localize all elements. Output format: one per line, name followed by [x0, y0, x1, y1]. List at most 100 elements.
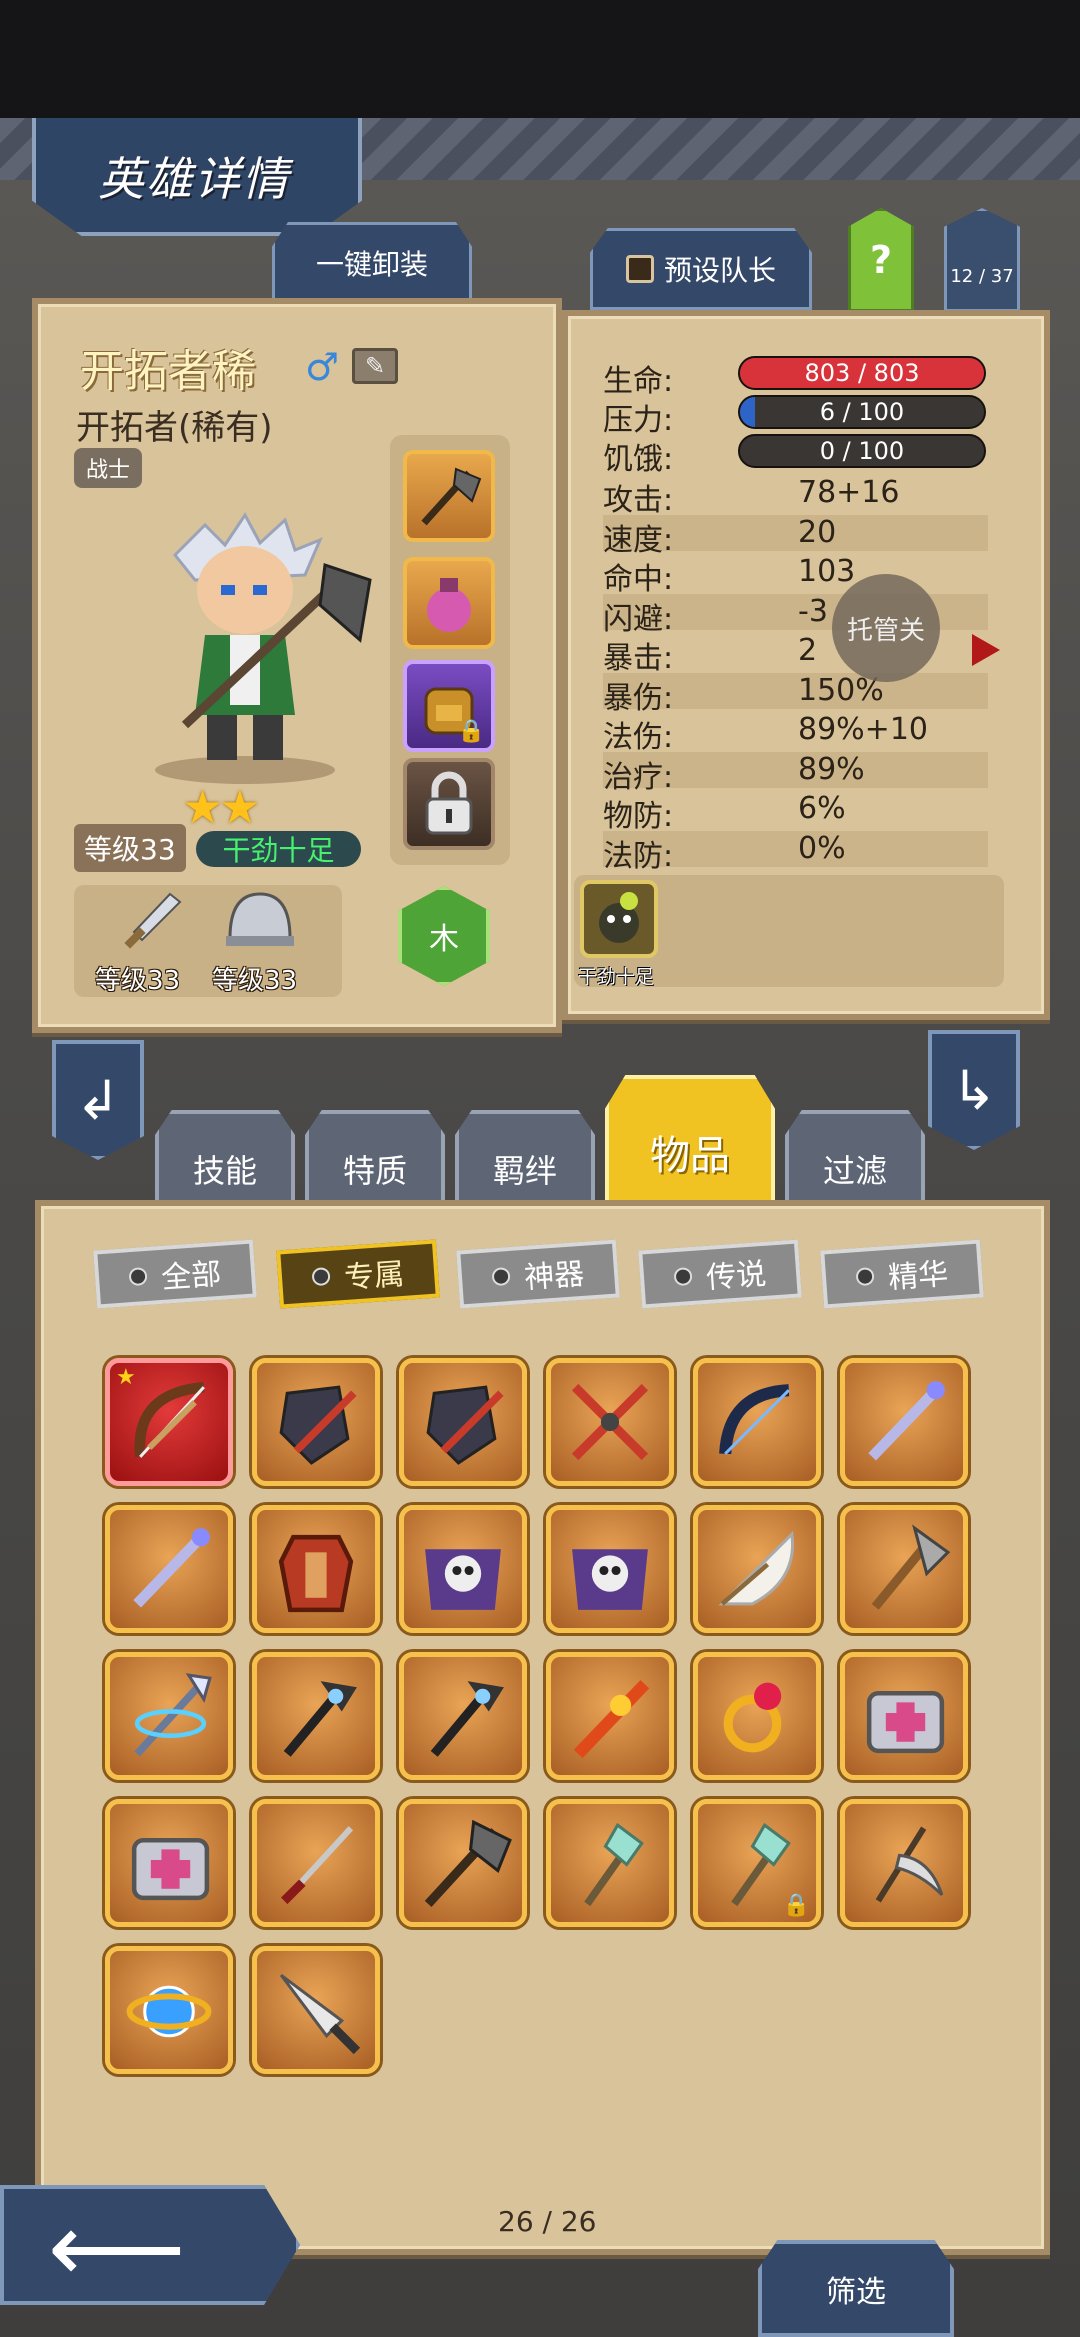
stat-label: 饥饿:	[603, 442, 674, 477]
item-slot[interactable]	[840, 1799, 968, 1927]
backpack-slot[interactable]: 🔒	[403, 660, 495, 752]
feather-fan-icon	[718, 1530, 795, 1606]
stat-value: 6%	[798, 791, 846, 826]
accessory-slot[interactable]	[403, 557, 495, 649]
stat-label: 暴伤:	[603, 680, 674, 716]
hero-count[interactable]: 12 / 37	[944, 208, 1020, 312]
battle-axe-icon	[421, 467, 482, 526]
drill-lance-icon	[279, 1973, 361, 2055]
armor-level: 等级33	[212, 966, 298, 996]
tab-traits[interactable]: 特质	[305, 1110, 445, 1210]
locked-slot[interactable]	[403, 758, 495, 850]
filter-button[interactable]: 筛选	[758, 2240, 954, 2337]
item-slot[interactable]	[252, 1358, 380, 1486]
help-button[interactable]: ?	[848, 208, 914, 312]
item-slot[interactable]	[105, 1505, 233, 1633]
skull-cloak-icon	[425, 1549, 501, 1610]
ruby-ring-icon	[723, 1682, 782, 1753]
item-slot[interactable]	[693, 1358, 821, 1486]
tab-items[interactable]: 物品	[605, 1075, 775, 1210]
item-slot[interactable]	[840, 1652, 968, 1780]
item-slot[interactable]	[546, 1358, 674, 1486]
male-gender-icon: ♂	[305, 345, 340, 389]
stat-row: 治疗: 89%	[603, 751, 988, 795]
item-slot[interactable]	[840, 1505, 968, 1633]
dark-scepter-icon	[283, 1681, 357, 1757]
shield-blade-icon	[279, 1385, 357, 1465]
stat-value: 89%	[798, 751, 865, 787]
trait-caption: 干劲十足	[578, 966, 655, 988]
edit-name-icon[interactable]: ✎	[352, 348, 398, 384]
tab-skills[interactable]: 技能	[155, 1110, 295, 1210]
item-slot[interactable]	[693, 1652, 821, 1780]
stat-value: 2	[798, 633, 818, 668]
hp-value: 803 / 803	[804, 359, 920, 387]
stat-row: 物防: 6%	[603, 791, 988, 834]
item-slot[interactable]	[693, 1505, 821, 1633]
item-slot[interactable]	[105, 1652, 233, 1780]
trait-skill-icon[interactable]	[580, 880, 658, 958]
sword-icon[interactable]	[118, 888, 188, 958]
radio-icon	[673, 1266, 693, 1287]
unequip-all-button[interactable]: 一键卸装	[272, 222, 472, 304]
item-slot[interactable]	[546, 1799, 674, 1927]
stat-label: 法伤:	[603, 720, 674, 755]
filter-chip-all[interactable]: 全部	[93, 1239, 257, 1309]
next-page-arrow-icon[interactable]	[972, 634, 1000, 666]
stat-row: 法伤: 89%+10	[603, 712, 988, 755]
item-slot[interactable]: 🔒	[693, 1799, 821, 1927]
item-slot[interactable]	[399, 1505, 527, 1633]
crystal-wand-icon	[584, 1822, 644, 1907]
hero-level: 等级33	[74, 824, 186, 872]
item-slot[interactable]	[105, 1946, 233, 2074]
helmet-icon[interactable]	[222, 886, 298, 956]
item-slot[interactable]	[252, 1505, 380, 1633]
flame-sword-icon	[573, 1679, 650, 1759]
chip-label: 传说	[705, 1256, 768, 1296]
stat-value: 20	[798, 514, 837, 550]
ornate-staff-icon	[133, 1528, 210, 1608]
preset-captain-toggle[interactable]: 预设队长	[590, 228, 812, 310]
tab-filter[interactable]: 过滤	[785, 1110, 925, 1210]
item-slot[interactable]	[840, 1358, 968, 1486]
filter-chip-exclusive[interactable]: 专属	[276, 1239, 440, 1309]
scythe-icon	[875, 1826, 944, 1903]
item-slot[interactable]	[399, 1799, 527, 1927]
lock-icon: 🔒	[782, 1893, 810, 1918]
axe-icon	[871, 1524, 951, 1610]
auto-control-button[interactable]: 托管关	[832, 574, 940, 682]
item-slot[interactable]	[546, 1652, 674, 1780]
battle-axe-icon	[424, 1819, 512, 1907]
item-slot[interactable]	[252, 1799, 380, 1927]
item-slot[interactable]	[105, 1799, 233, 1927]
filter-chip-essence[interactable]: 精华	[820, 1239, 984, 1309]
pea-character-icon	[599, 892, 639, 943]
spear-icon	[134, 1673, 212, 1757]
checkbox-icon[interactable]	[625, 255, 654, 283]
filter-chip-artifact[interactable]: 神器	[456, 1239, 620, 1309]
next-hero-arrow-icon[interactable]: ↳	[928, 1030, 1020, 1150]
item-slot[interactable]	[252, 1946, 380, 2074]
crossed-daggers-icon	[571, 1383, 649, 1461]
item-slot[interactable]	[252, 1652, 380, 1780]
item-slot[interactable]	[399, 1652, 527, 1780]
skull-cloak-icon	[572, 1549, 648, 1610]
weapon-level: 等级33	[95, 966, 181, 996]
stat-value: 89%+10	[798, 712, 928, 747]
previous-hero-arrow-icon[interactable]: ↲	[52, 1040, 144, 1160]
item-slot[interactable]: ★	[105, 1358, 233, 1486]
pouch-icon	[427, 578, 471, 632]
item-slot[interactable]	[399, 1358, 527, 1486]
filter-chip-legendary[interactable]: 传说	[638, 1239, 802, 1309]
item-slot[interactable]	[546, 1505, 674, 1633]
stat-label: 压力:	[603, 403, 674, 438]
stat-label: 命中:	[603, 562, 674, 597]
stat-label: 暴击:	[603, 641, 674, 676]
stress-bar-fill	[740, 397, 755, 427]
hero-name: 开拓者稀	[80, 346, 256, 397]
tab-bonds[interactable]: 羁绊	[455, 1110, 595, 1210]
stat-label: 生命:	[603, 364, 674, 399]
stat-label: 攻击:	[603, 483, 674, 518]
weapon-slot[interactable]	[403, 450, 495, 542]
stress-bar: 6 / 100	[738, 395, 986, 429]
